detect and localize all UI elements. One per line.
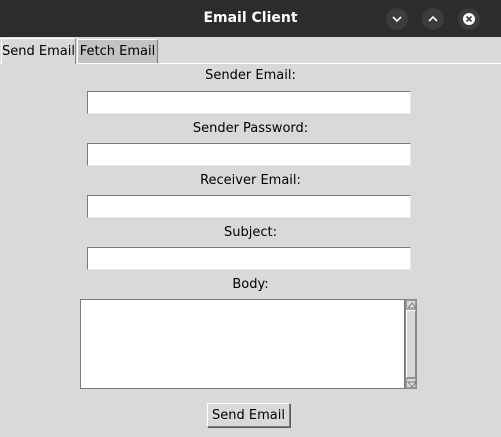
body-textarea[interactable] bbox=[80, 299, 405, 389]
scroll-up-arrow[interactable] bbox=[406, 300, 417, 310]
close-button[interactable] bbox=[458, 8, 480, 30]
title-bar[interactable]: Email Client bbox=[0, 0, 501, 37]
tab-send-email[interactable]: Send Email bbox=[1, 38, 76, 64]
receiver-email-field[interactable] bbox=[87, 195, 411, 218]
scroll-thumb[interactable] bbox=[406, 310, 416, 378]
subject-label: Subject: bbox=[224, 225, 277, 240]
sender-email-label: Sender Email: bbox=[205, 68, 296, 83]
chevron-down-icon bbox=[392, 16, 402, 23]
triangle-down-icon bbox=[407, 381, 417, 388]
email-client-window: Email Client Send Email Fetch Email Send… bbox=[0, 0, 501, 437]
maximize-button[interactable] bbox=[422, 8, 444, 30]
subject-field[interactable] bbox=[87, 247, 411, 270]
body-scrollbar[interactable] bbox=[405, 299, 417, 389]
tab-fetch-email[interactable]: Fetch Email bbox=[77, 39, 158, 63]
sender-email-field[interactable] bbox=[87, 91, 411, 114]
body-label: Body: bbox=[232, 277, 269, 292]
sender-password-label: Sender Password: bbox=[192, 121, 309, 136]
close-icon bbox=[463, 13, 475, 25]
sender-password-field[interactable] bbox=[87, 143, 411, 166]
receiver-email-label: Receiver Email: bbox=[200, 173, 301, 188]
window-content: Send Email Fetch Email Sender Email: Sen… bbox=[0, 37, 501, 437]
minimize-button[interactable] bbox=[386, 8, 408, 30]
scroll-down-arrow[interactable] bbox=[406, 378, 417, 388]
send-email-button[interactable]: Send Email bbox=[207, 403, 290, 427]
chevron-up-icon bbox=[428, 15, 438, 22]
